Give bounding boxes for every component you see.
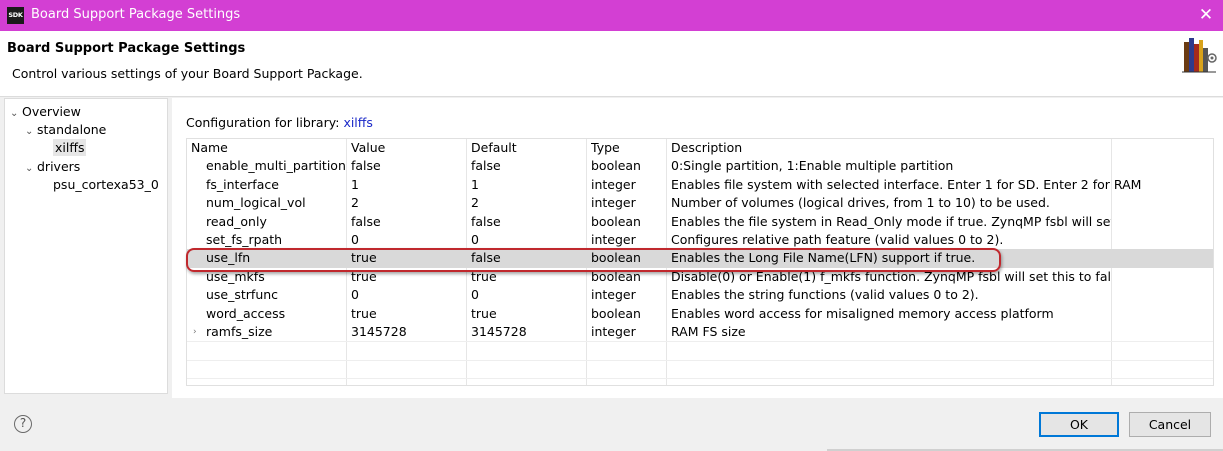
dialog-footer: ? OK Cancel — [0, 398, 1223, 451]
library-name: xilffs — [343, 115, 373, 130]
chevron-right-icon[interactable]: › — [193, 323, 197, 341]
annotation-highlight-box — [186, 248, 1001, 272]
chevron-down-icon[interactable]: ⌄ — [25, 126, 37, 137]
sdk-app-icon: SDK — [7, 7, 24, 24]
table-row[interactable]: num_logical_vol 2 2 integer Number of vo… — [187, 194, 1213, 212]
window-title: Board Support Package Settings — [31, 7, 241, 22]
help-icon[interactable]: ? — [14, 415, 32, 433]
config-library-label: Configuration for library: xilffs — [186, 115, 373, 130]
chevron-down-icon[interactable]: ⌄ — [10, 108, 22, 119]
column-header-default[interactable]: Default — [471, 139, 517, 157]
table-row[interactable]: enable_multi_partition false false boole… — [187, 157, 1213, 175]
header-description: Control various settings of your Board S… — [12, 66, 363, 81]
column-header-type[interactable]: Type — [591, 139, 620, 157]
table-row[interactable]: fs_interface 1 1 integer Enables file sy… — [187, 176, 1213, 194]
navigation-tree: ⌄ Overview ⌄ standalone xilffs ⌄ drivers ps… — [4, 98, 168, 394]
tree-item-psu-cortexa53-0[interactable]: psu_cortexa53_0 — [41, 177, 159, 192]
tree-item-standalone[interactable]: ⌄ standalone — [25, 122, 106, 137]
table-row[interactable]: set_fs_rpath 0 0 integer Configures rela… — [187, 231, 1213, 249]
dialog-header: Board Support Package Settings Control v… — [0, 31, 1223, 97]
ok-button[interactable]: OK — [1039, 412, 1119, 437]
title-bar: SDK Board Support Package Settings ✕ — [0, 0, 1223, 31]
table-row[interactable]: › ramfs_size 3145728 3145728 integer RAM… — [187, 323, 1213, 341]
table-header-row: Name Value Default Type Description — [187, 139, 1213, 157]
close-icon[interactable]: ✕ — [1189, 0, 1223, 31]
header-title: Board Support Package Settings — [7, 41, 246, 56]
column-header-description[interactable]: Description — [671, 139, 742, 157]
table-row[interactable]: use_strfunc 0 0 integer Enables the stri… — [187, 286, 1213, 304]
cancel-button[interactable]: Cancel — [1129, 412, 1211, 437]
books-icon — [1182, 38, 1217, 73]
table-row[interactable]: read_only false false boolean Enables th… — [187, 213, 1213, 231]
tree-item-overview[interactable]: ⌄ Overview — [10, 104, 81, 119]
table-row[interactable]: word_access true true boolean Enables wo… — [187, 305, 1213, 323]
chevron-down-icon[interactable]: ⌄ — [25, 163, 37, 174]
column-header-name[interactable]: Name — [191, 139, 228, 157]
tree-item-drivers[interactable]: ⌄ drivers — [25, 159, 80, 174]
column-header-value[interactable]: Value — [351, 139, 385, 157]
tree-item-xilffs[interactable]: xilffs — [41, 139, 87, 156]
